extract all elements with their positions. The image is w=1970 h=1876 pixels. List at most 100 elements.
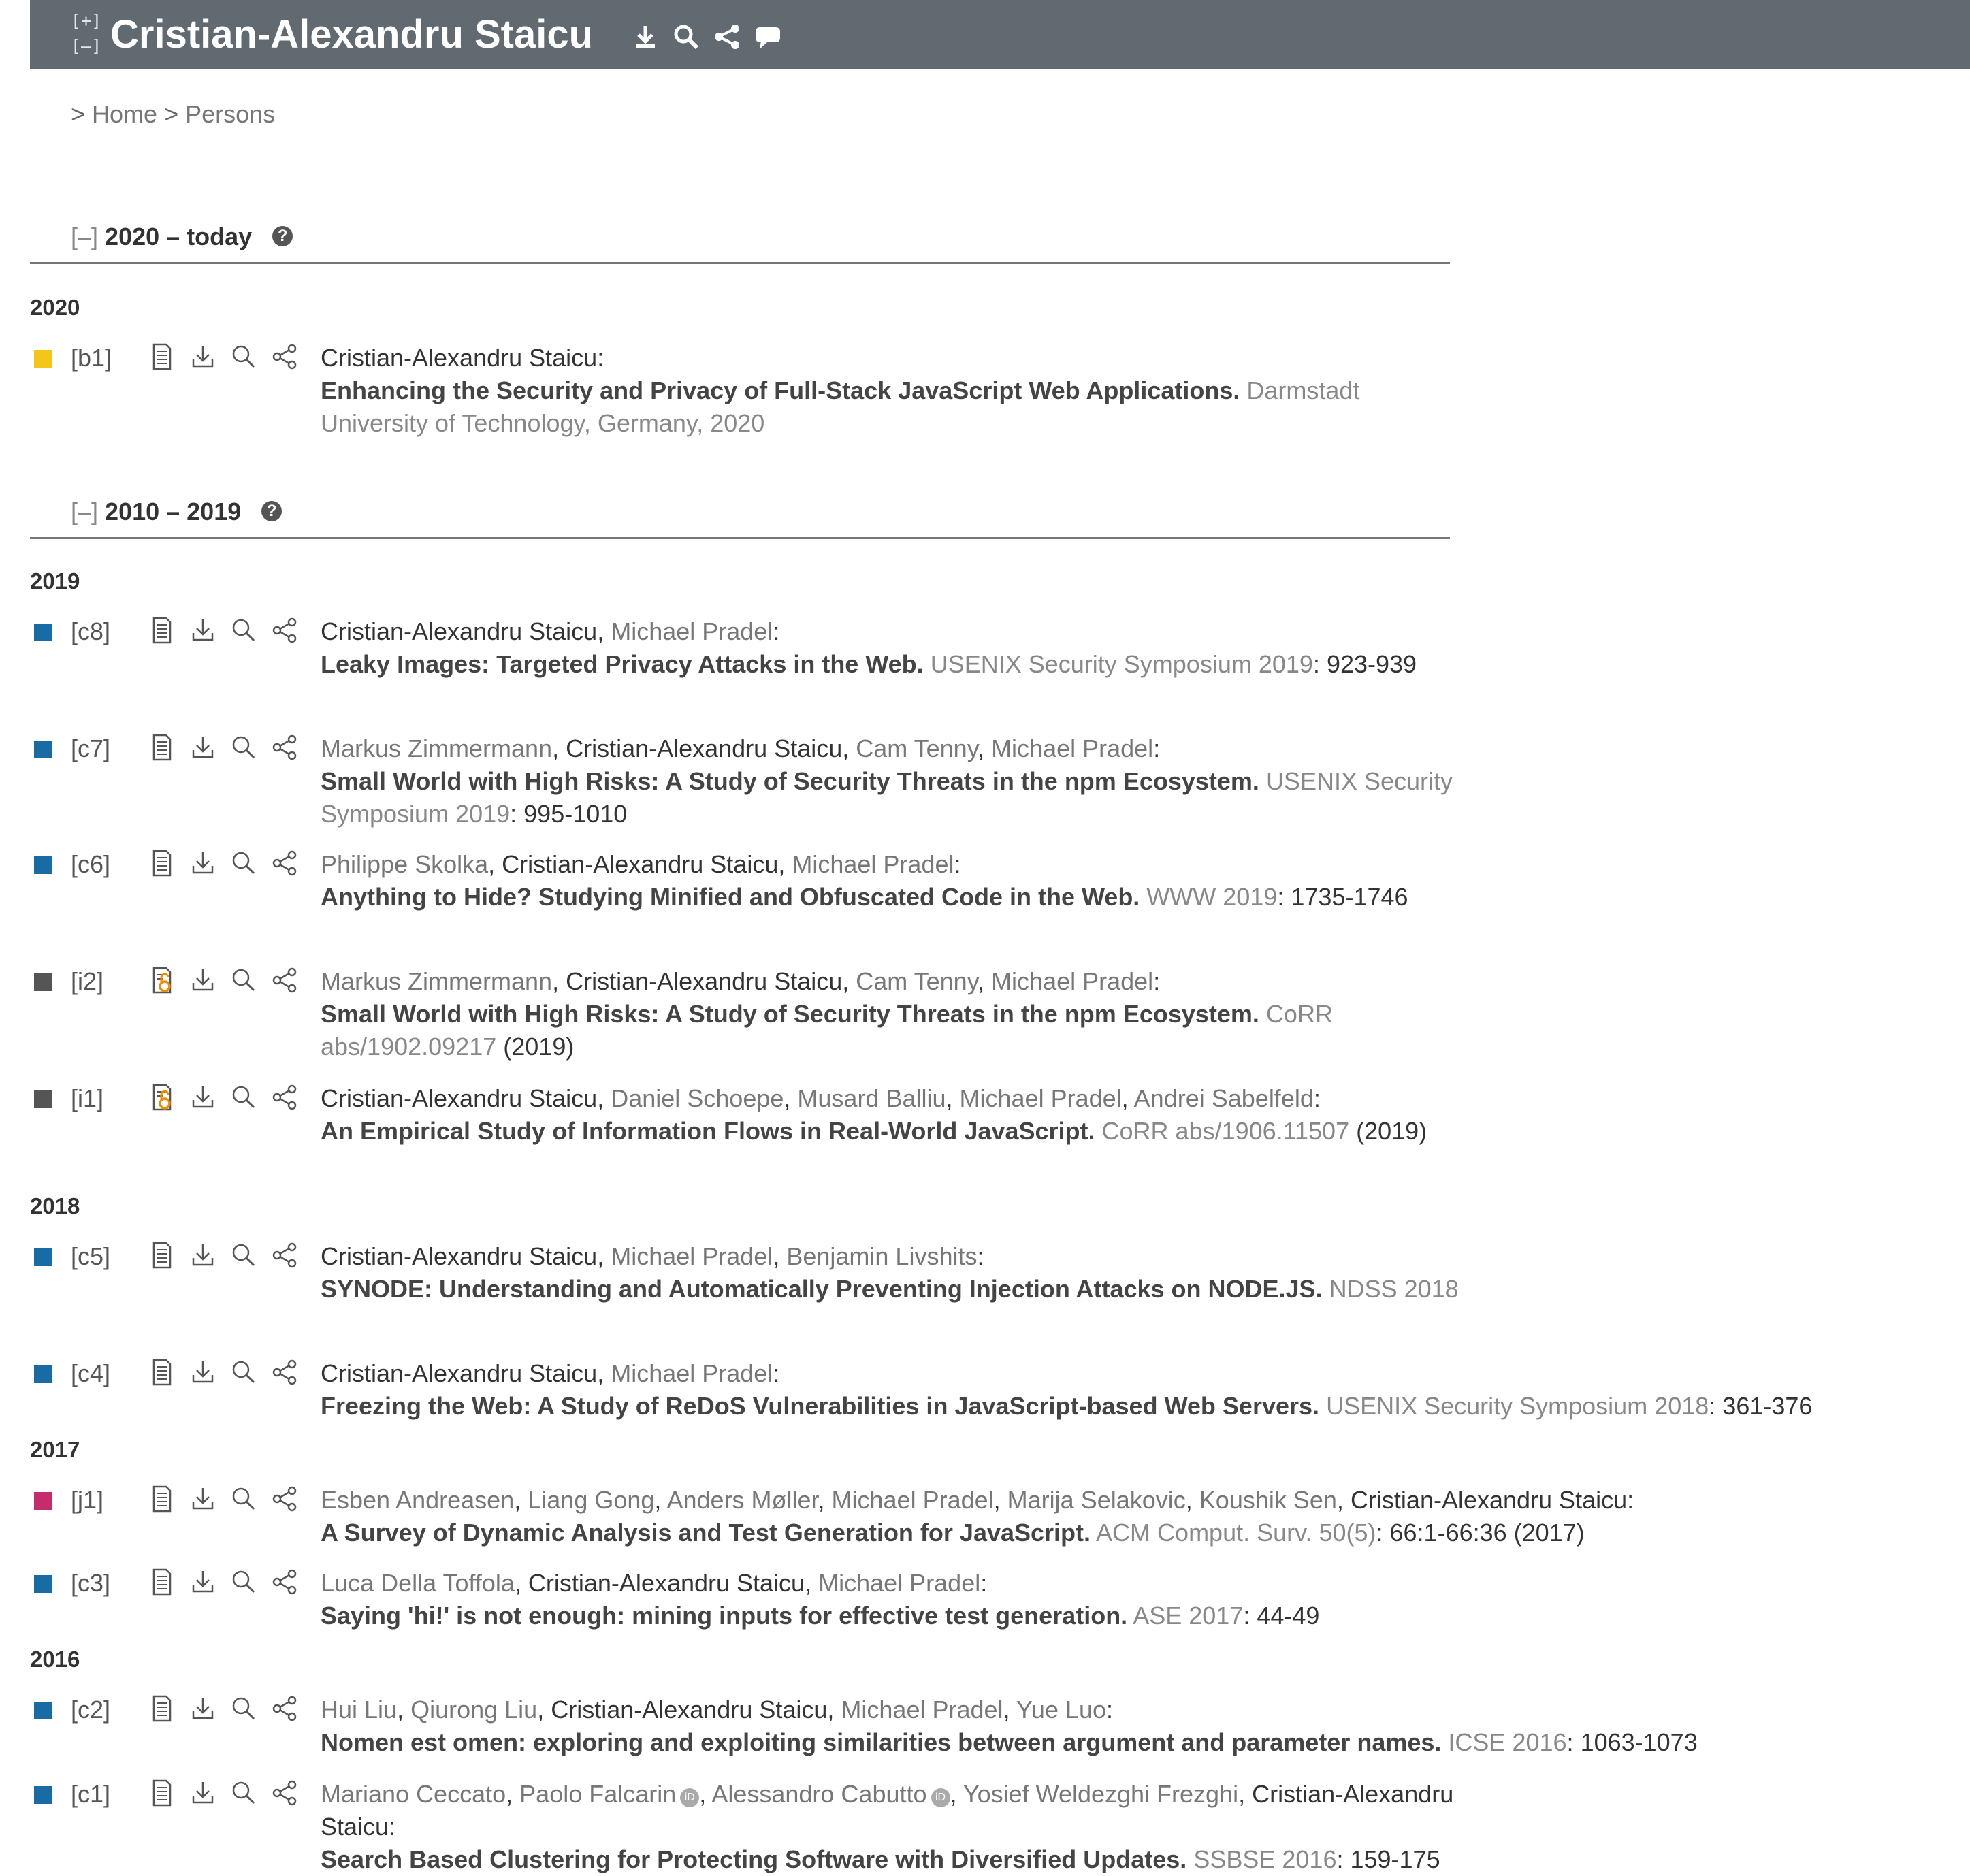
author-link[interactable]: Qiurong Liu xyxy=(410,1696,537,1724)
share-icon[interactable] xyxy=(270,848,300,878)
search-icon[interactable] xyxy=(229,732,259,762)
document-icon[interactable] xyxy=(147,1357,177,1387)
author-link[interactable]: Mariano Ceccato xyxy=(321,1780,506,1808)
orcid-icon[interactable]: iD xyxy=(680,1788,700,1807)
search-icon[interactable] xyxy=(229,615,259,645)
author-link[interactable]: Paolo Falcarin xyxy=(519,1780,676,1808)
venue-link[interactable]: CoRR abs/1906.11507 xyxy=(1102,1117,1350,1145)
search-icon[interactable] xyxy=(671,22,701,52)
document-icon[interactable] xyxy=(147,1484,177,1514)
author-link[interactable]: Marija Selakovic xyxy=(1007,1486,1186,1514)
share-icon[interactable] xyxy=(270,732,300,762)
search-icon[interactable] xyxy=(229,1694,259,1724)
download-icon[interactable] xyxy=(188,1357,218,1387)
document-icon[interactable] xyxy=(147,1240,177,1270)
share-icon[interactable] xyxy=(270,1567,300,1597)
share-icon[interactable] xyxy=(270,615,300,645)
help-icon[interactable]: ? xyxy=(261,501,282,521)
venue-link[interactable]: WWW 2019 xyxy=(1146,883,1277,911)
document-icon[interactable] xyxy=(147,848,177,878)
download-icon[interactable] xyxy=(188,1778,218,1808)
comment-icon[interactable] xyxy=(753,22,783,52)
document-icon[interactable] xyxy=(147,342,177,372)
download-icon[interactable] xyxy=(188,1567,218,1597)
author-link[interactable]: Liang Gong xyxy=(528,1486,654,1514)
author-link[interactable]: Hui Liu xyxy=(321,1696,397,1724)
section-collapse-toggle[interactable]: [–] xyxy=(71,223,98,250)
author-self-link[interactable]: Cristian-Alexandru Staicu xyxy=(528,1569,805,1597)
download-icon[interactable] xyxy=(188,732,218,762)
search-icon[interactable] xyxy=(229,1567,259,1597)
download-icon[interactable] xyxy=(188,1082,218,1112)
document-icon[interactable] xyxy=(147,1694,177,1724)
document-icon[interactable] xyxy=(147,1567,177,1597)
author-self-link[interactable]: Cristian-Alexandru Staicu xyxy=(566,734,842,762)
venue-link[interactable]: ICSE 2016 xyxy=(1448,1728,1566,1756)
share-icon[interactable] xyxy=(270,1240,300,1270)
author-self-link[interactable]: Cristian-Alexandru Staicu xyxy=(321,617,597,645)
document-icon[interactable] xyxy=(147,615,177,645)
author-self-link[interactable]: Cristian-Alexandru Staicu xyxy=(321,344,597,372)
download-icon[interactable] xyxy=(630,22,660,52)
orcid-icon[interactable]: iD xyxy=(931,1788,950,1807)
expand-all-toggle[interactable]: [+] xyxy=(71,8,101,33)
download-icon[interactable] xyxy=(188,1484,218,1514)
author-link[interactable]: Michael Pradel xyxy=(792,850,954,878)
author-link[interactable]: Koushik Sen xyxy=(1199,1486,1337,1514)
download-icon[interactable] xyxy=(188,1240,218,1270)
author-link[interactable]: Musard Balliu xyxy=(797,1084,946,1112)
author-self-link[interactable]: Cristian-Alexandru Staicu xyxy=(321,1084,597,1112)
author-link[interactable]: Michael Pradel xyxy=(841,1696,1003,1724)
author-link[interactable]: Markus Zimmermann xyxy=(321,734,552,762)
author-self-link[interactable]: Cristian-Alexandru Staicu xyxy=(321,1359,597,1387)
author-self-link[interactable]: Cristian-Alexandru Staicu xyxy=(321,1242,597,1270)
search-icon[interactable] xyxy=(229,342,259,372)
author-link[interactable]: Anders Møller xyxy=(666,1486,818,1514)
download-icon[interactable] xyxy=(188,615,218,645)
author-link[interactable]: Michael Pradel xyxy=(611,617,773,645)
author-link[interactable]: Luca Della Toffola xyxy=(321,1569,515,1597)
author-link[interactable]: Michael Pradel xyxy=(960,1084,1122,1112)
download-icon[interactable] xyxy=(188,848,218,878)
search-icon[interactable] xyxy=(229,965,259,995)
document-icon[interactable] xyxy=(147,732,177,762)
venue-link[interactable]: ASE 2017 xyxy=(1133,1602,1243,1630)
author-link[interactable]: Yosief Weldezghi Frezghi xyxy=(963,1780,1238,1808)
author-link[interactable]: Michael Pradel xyxy=(611,1359,773,1387)
author-link[interactable]: Michael Pradel xyxy=(991,967,1153,995)
search-icon[interactable] xyxy=(229,1778,259,1808)
author-link[interactable]: Yue Luo xyxy=(1016,1696,1106,1724)
download-icon[interactable] xyxy=(188,342,218,372)
author-link[interactable]: Michael Pradel xyxy=(611,1242,773,1270)
share-icon[interactable] xyxy=(270,1357,300,1387)
author-self-link[interactable]: Cristian-Alexandru Staicu xyxy=(551,1696,827,1724)
venue-link[interactable]: ACM Comput. Surv. 50(5) xyxy=(1096,1519,1376,1547)
document-icon[interactable] xyxy=(147,1778,177,1808)
venue-link[interactable]: USENIX Security Symposium 2018 xyxy=(1326,1392,1709,1420)
author-link[interactable]: Markus Zimmermann xyxy=(321,967,552,995)
author-link[interactable]: Benjamin Livshits xyxy=(786,1242,977,1270)
share-icon[interactable] xyxy=(270,1694,300,1724)
breadcrumb-persons-link[interactable]: Persons xyxy=(185,100,275,128)
venue-link[interactable]: SSBSE 2016 xyxy=(1193,1845,1336,1873)
author-link[interactable]: Alessandro Cabutto xyxy=(711,1780,926,1808)
search-icon[interactable] xyxy=(229,1082,259,1112)
venue-link[interactable]: NDSS 2018 xyxy=(1329,1275,1459,1303)
author-self-link[interactable]: Cristian-Alexandru Staicu xyxy=(1351,1486,1627,1514)
author-link[interactable]: Esben Andreasen xyxy=(321,1486,514,1514)
author-link[interactable]: Michael Pradel xyxy=(832,1486,994,1514)
author-self-link[interactable]: Cristian-Alexandru Staicu xyxy=(566,967,842,995)
author-link[interactable]: Daniel Schoepe xyxy=(611,1084,784,1112)
share-icon[interactable] xyxy=(270,342,300,372)
breadcrumb-home-link[interactable]: Home xyxy=(92,100,157,128)
share-icon[interactable] xyxy=(270,1778,300,1808)
search-icon[interactable] xyxy=(229,1484,259,1514)
collapse-all-toggle[interactable]: [–] xyxy=(71,33,101,59)
open-access-document-icon[interactable] xyxy=(147,1082,177,1112)
share-icon[interactable] xyxy=(270,1484,300,1514)
open-access-document-icon[interactable] xyxy=(147,965,177,995)
share-icon[interactable] xyxy=(712,22,742,52)
search-icon[interactable] xyxy=(229,1240,259,1270)
search-icon[interactable] xyxy=(229,848,259,878)
search-icon[interactable] xyxy=(229,1357,259,1387)
